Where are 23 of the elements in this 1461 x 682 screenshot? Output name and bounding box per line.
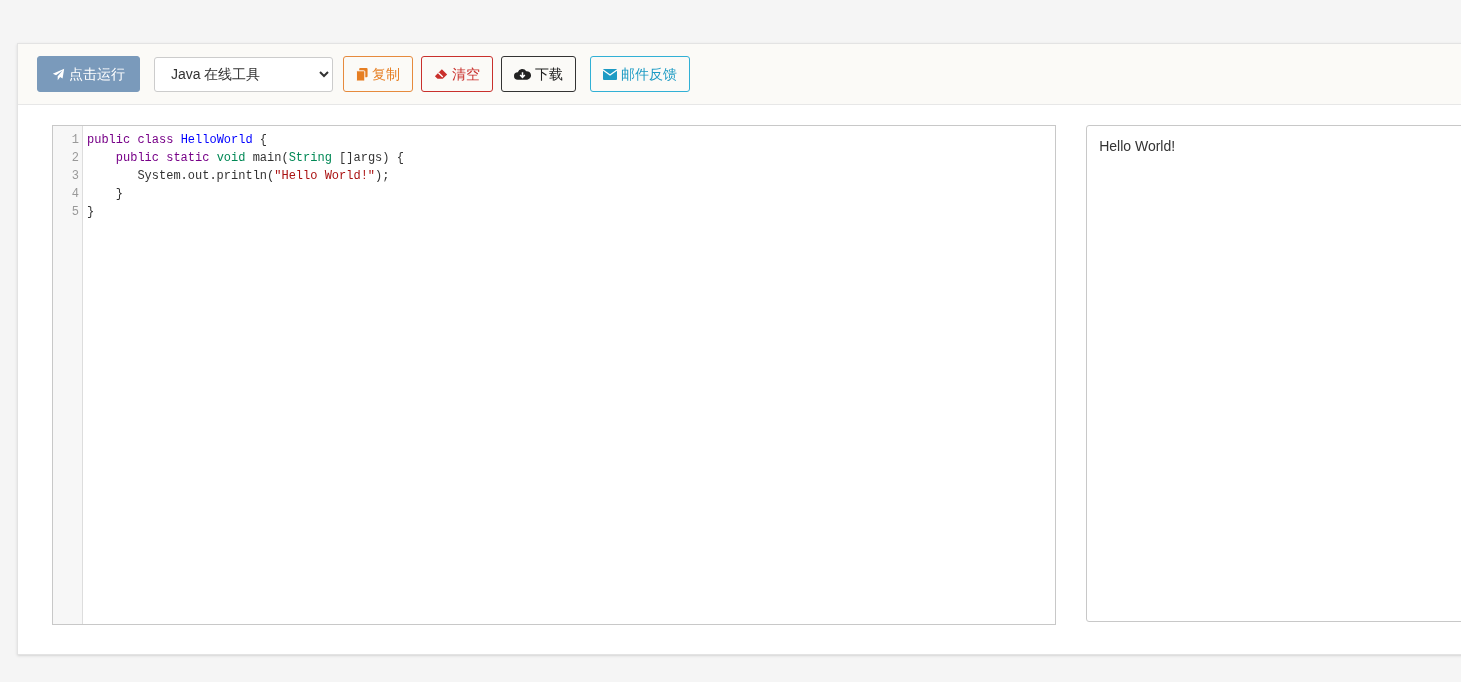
envelope-icon <box>603 68 617 80</box>
download-button[interactable]: 下载 <box>501 56 576 92</box>
cloud-download-icon <box>514 67 531 81</box>
copy-button[interactable]: 复制 <box>343 56 413 92</box>
clear-button[interactable]: 清空 <box>421 56 493 92</box>
feedback-button[interactable]: 邮件反馈 <box>590 56 690 92</box>
code-editor[interactable]: 1 2 3 4 5 public class HelloWorld { public static void main(String []args) { System.out.println("Hello World!"); } } <box>52 125 1057 625</box>
line-number: 4 <box>70 186 79 203</box>
code-line: } <box>87 204 96 221</box>
code-line: System.out.println("Hello World!"); <box>136 168 391 185</box>
code-line: public class HelloWorld { <box>87 132 269 149</box>
code-line: public static void main(String []args) { <box>114 150 404 167</box>
copy-icon <box>356 67 368 81</box>
line-number: 1 <box>70 132 79 149</box>
output-text: Hello World! <box>1099 138 1176 154</box>
line-number: 2 <box>70 150 79 167</box>
paper-plane-icon <box>52 67 65 81</box>
line-number: 5 <box>70 204 79 221</box>
line-number: 3 <box>70 168 79 185</box>
code-line: } <box>114 186 124 203</box>
run-button[interactable]: 点击运行 <box>37 56 140 92</box>
eraser-icon <box>434 68 448 80</box>
language-select[interactable]: Java 在线工具 <box>154 56 333 92</box>
